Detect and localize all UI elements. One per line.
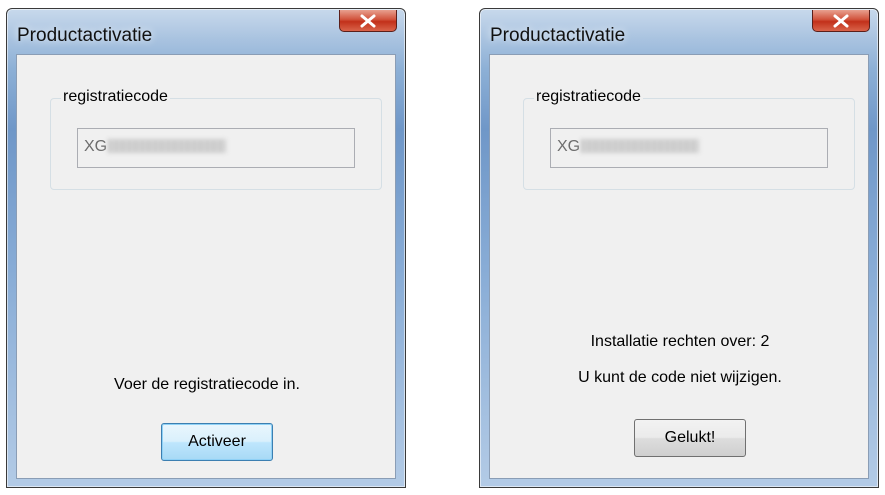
dialog-client-area: registratiecode XG Installatie rechten o… (489, 54, 869, 479)
code-prefix: XG (557, 138, 581, 155)
group-label: registratiecode (61, 88, 170, 106)
registration-code-field: XG (550, 128, 828, 168)
window-title: Productactivatie (490, 25, 626, 46)
activation-dialog-left: Productactivatie registratiecode XG Voer… (6, 8, 406, 488)
window-title: Productactivatie (17, 25, 153, 46)
blurred-code (108, 139, 227, 153)
cannot-change-code-text: U kunt de code niet wijzigen. (578, 369, 782, 386)
close-icon (360, 14, 376, 27)
code-prefix: XG (84, 138, 108, 155)
registration-code-group: registratiecode XG (523, 88, 855, 190)
registration-code-field[interactable]: XG (77, 128, 355, 168)
group-label: registratiecode (534, 88, 643, 106)
registration-code-group: registratiecode XG (50, 88, 382, 190)
dialog-client-area: registratiecode XG Voer de registratieco… (16, 54, 396, 479)
close-icon (833, 14, 849, 27)
blurred-code (581, 139, 700, 153)
success-button[interactable]: Gelukt! (634, 419, 746, 457)
activation-dialog-right: Productactivatie registratiecode XG Inst… (479, 8, 879, 488)
status-message: Voer de registratiecode in. (114, 376, 300, 393)
activate-button[interactable]: Activeer (161, 423, 273, 461)
close-button[interactable] (812, 10, 870, 32)
close-button[interactable] (339, 10, 397, 32)
installations-remaining-text: Installatie rechten over: 2 (590, 333, 770, 350)
